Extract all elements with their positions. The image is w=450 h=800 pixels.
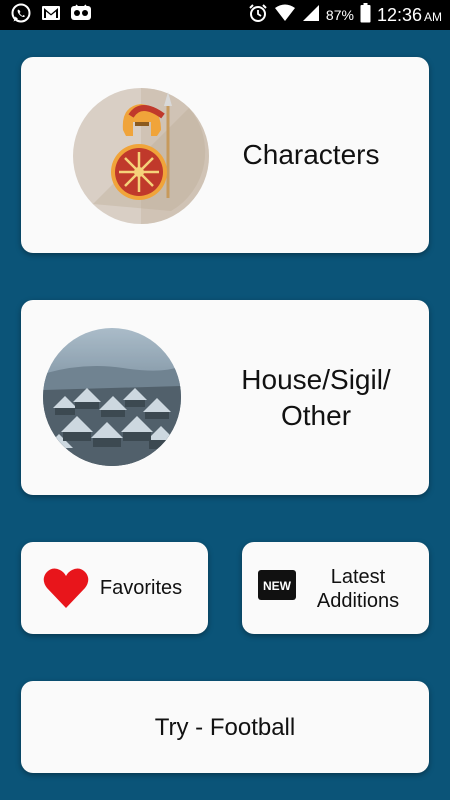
- house-label-line2: Other: [280, 400, 352, 431]
- battery-icon: [360, 2, 371, 28]
- clock: 12:36 AM: [377, 5, 442, 26]
- whatsapp-icon: [10, 2, 32, 29]
- clock-time: 12:36: [376, 4, 422, 25]
- favorites-label: Favorites: [99, 577, 183, 599]
- new-badge-text: NEW: [263, 579, 292, 593]
- latest-additions-label: Latest Additions: [302, 565, 414, 613]
- try-football-label: Try - Football: [154, 714, 296, 741]
- latest-label-line2: Additions: [316, 590, 400, 612]
- system-icons: 87% 12:36 AM: [248, 2, 442, 28]
- spartan-helmet-shield-icon: [71, 86, 211, 226]
- battery-percent: 87%: [325, 7, 354, 23]
- wifi-icon: [274, 4, 296, 27]
- status-bar: 87% 12:36 AM: [0, 0, 450, 30]
- clock-ampm: AM: [424, 9, 442, 24]
- characters-card[interactable]: Characters: [21, 57, 429, 253]
- signal-icon: [302, 4, 320, 27]
- voicemail-app-icon: [70, 3, 92, 27]
- house-sigil-other-card[interactable]: House/Sigil/ Other: [21, 300, 429, 495]
- gmail-icon: [41, 5, 61, 26]
- notification-icons: [10, 2, 92, 29]
- new-badge-icon: NEW: [258, 570, 296, 600]
- latest-additions-card[interactable]: NEW Latest Additions: [242, 542, 429, 634]
- house-sigil-other-label: House/Sigil/ Other: [216, 362, 416, 434]
- alarm-icon: [248, 3, 268, 28]
- latest-label-line1: Latest: [330, 566, 386, 588]
- house-label-line1: House/Sigil/: [241, 364, 391, 395]
- snowy-village-image: [43, 328, 181, 466]
- characters-label: Characters: [242, 139, 380, 170]
- try-football-card[interactable]: Try - Football: [21, 681, 429, 773]
- favorites-card[interactable]: Favorites: [21, 542, 208, 634]
- heart-icon: [43, 567, 89, 609]
